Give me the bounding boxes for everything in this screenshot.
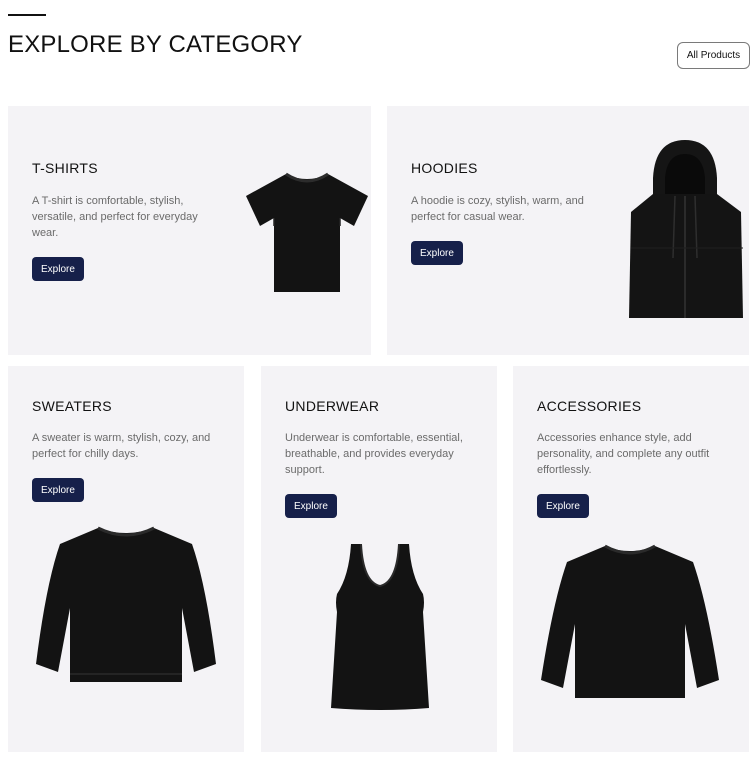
category-title: UNDERWEAR — [285, 398, 380, 414]
category-description: A T-shirt is comfortable, stylish, versa… — [32, 195, 198, 239]
category-card-hoodies: HOODIES A hoodie is cozy, stylish, warm,… — [387, 106, 749, 355]
explore-button-sweaters[interactable]: Explore — [32, 478, 84, 502]
category-title: SWEATERS — [32, 398, 112, 414]
category-title: ACCESSORIES — [537, 398, 642, 414]
explore-button-hoodies[interactable]: Explore — [411, 241, 463, 265]
category-description: A hoodie is cozy, stylish, warm, and per… — [411, 195, 584, 223]
all-products-button[interactable]: All Products — [677, 42, 750, 69]
hoodie-image — [625, 138, 745, 322]
tank-top-image — [329, 542, 431, 712]
explore-button-accessories[interactable]: Explore — [537, 494, 589, 518]
category-card-accessories: ACCESSORIES Accessories enhance style, a… — [513, 366, 749, 752]
page-title: EXPLORE BY CATEGORY — [8, 31, 303, 58]
long-sleeve-image — [539, 542, 721, 702]
explore-button-tshirts[interactable]: Explore — [32, 257, 84, 281]
category-card-sweaters: SWEATERS A sweater is warm, stylish, coz… — [8, 366, 244, 752]
sweater-image — [34, 524, 218, 686]
tshirt-image — [242, 166, 371, 296]
category-card-tshirts: T-SHIRTS A T-shirt is comfortable, styli… — [8, 106, 371, 355]
accent-line — [8, 14, 46, 16]
category-description: Underwear is comfortable, essential, bre… — [285, 432, 463, 476]
category-description: Accessories enhance style, add personali… — [537, 432, 710, 476]
category-card-underwear: UNDERWEAR Underwear is comfortable, esse… — [261, 366, 497, 752]
explore-button-underwear[interactable]: Explore — [285, 494, 337, 518]
category-title: HOODIES — [411, 160, 478, 176]
category-description: A sweater is warm, stylish, cozy, and pe… — [32, 432, 211, 460]
category-title: T-SHIRTS — [32, 160, 98, 176]
